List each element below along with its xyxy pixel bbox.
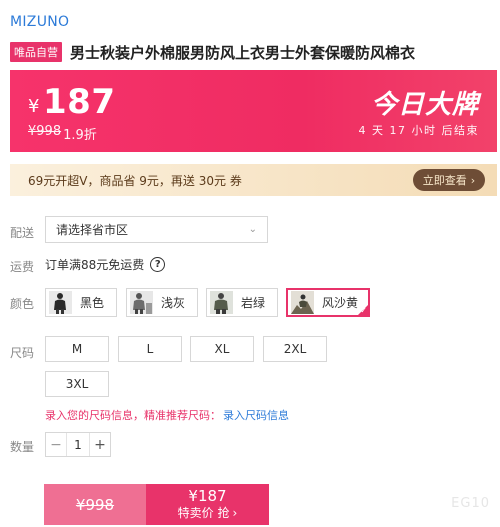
watermark: EG10: [451, 496, 490, 511]
size-option-m[interactable]: M: [45, 336, 109, 362]
shipping-label: 运费: [10, 260, 35, 274]
size-label: 尺码: [10, 346, 35, 360]
decrement-button[interactable]: −: [46, 433, 66, 456]
original-price-button[interactable]: ¥998: [44, 484, 146, 525]
size-option-l[interactable]: L: [118, 336, 182, 362]
color-option-light-gray[interactable]: 浅灰: [126, 288, 198, 317]
chevron-right-icon: ›: [470, 173, 476, 187]
size-option-3xl[interactable]: 3XL: [45, 371, 109, 397]
region-placeholder: 请选择省市区: [56, 223, 129, 237]
countdown-timer: 4 天 17 小时 后结束: [358, 124, 479, 137]
shipping-text: 订单满88元免运费: [45, 258, 145, 272]
view-now-button[interactable]: 立即查看 ›: [413, 169, 485, 191]
check-icon: ✓: [360, 306, 367, 315]
color-option-rock-green[interactable]: 岩绿: [206, 288, 278, 317]
price-banner: ¥ 187 ¥998 1.9折 今日大牌 4 天 17 小时 后结束: [10, 70, 497, 152]
buy-bar: ¥998 ¥187 特卖价 抢 ›: [44, 484, 269, 525]
color-label: 颜色: [10, 297, 35, 311]
self-operated-tag: 唯品自营: [10, 42, 62, 62]
delivery-label: 配送: [10, 226, 35, 240]
color-name: 浅灰: [161, 296, 186, 310]
currency-symbol: ¥: [28, 96, 40, 117]
chevron-right-icon: ›: [232, 506, 238, 520]
product-title: 男士秋装户外棉服男防风上衣男士外套保暖防风棉衣: [70, 43, 416, 62]
super-vip-promo[interactable]: 69元开超V，商品省 9元，再送 30元 券 立即查看 ›: [10, 164, 497, 196]
discount-rate: 1.9折: [63, 128, 97, 143]
quantity-stepper: − 1 +: [45, 432, 111, 457]
color-option-sand-yellow[interactable]: 风沙黄 ✓: [286, 288, 370, 317]
size-rec-text: 录入您的尺码信息，精准推荐尺码：: [45, 409, 221, 422]
buy-action-row: 特卖价 抢 ›: [178, 505, 238, 521]
color-thumbnail: [210, 291, 233, 314]
color-name: 黑色: [80, 296, 105, 310]
increment-button[interactable]: +: [90, 433, 110, 456]
size-option-2xl[interactable]: 2XL: [263, 336, 327, 362]
chevron-down-icon: ⌄: [248, 224, 257, 235]
color-thumbnail: [130, 291, 153, 314]
buy-original-price: ¥998: [75, 495, 115, 514]
view-now-label: 立即查看: [422, 174, 467, 187]
color-thumbnail: [49, 291, 72, 314]
product-title-row: 唯品自营 男士秋装户外棉服男防风上衣男士外套保暖防风棉衣: [10, 42, 490, 62]
original-price-row: ¥998 1.9折: [28, 124, 97, 143]
shipping-info: 订单满88元免运费 ?: [45, 256, 166, 273]
promo-text: 69元开超V，商品省 9元，再送 30元 券: [28, 173, 242, 188]
enter-size-link[interactable]: 录入尺码信息: [223, 407, 289, 423]
original-price: ¥998: [28, 124, 62, 139]
buy-now-button[interactable]: ¥187 特卖价 抢 ›: [146, 484, 269, 525]
quantity-label: 数量: [10, 440, 35, 454]
region-select[interactable]: 请选择省市区 ⌄: [45, 216, 268, 243]
brand-name[interactable]: MIZUNO: [10, 14, 69, 30]
buy-action-label: 特卖价 抢: [177, 506, 230, 520]
color-option-black[interactable]: 黑色: [45, 288, 117, 317]
help-icon[interactable]: ?: [150, 257, 166, 272]
quantity-value[interactable]: 1: [66, 433, 90, 456]
size-option-xl[interactable]: XL: [190, 336, 254, 362]
buy-sale-price: ¥187: [188, 487, 227, 505]
color-name: 岩绿: [241, 296, 266, 310]
sale-price: 187: [43, 82, 116, 122]
color-thumbnail: [291, 291, 314, 314]
deal-title: 今日大牌: [370, 90, 479, 120]
color-name: 风沙黄: [322, 296, 359, 310]
size-recommendation: 录入您的尺码信息，精准推荐尺码： 录入尺码信息: [45, 407, 289, 423]
